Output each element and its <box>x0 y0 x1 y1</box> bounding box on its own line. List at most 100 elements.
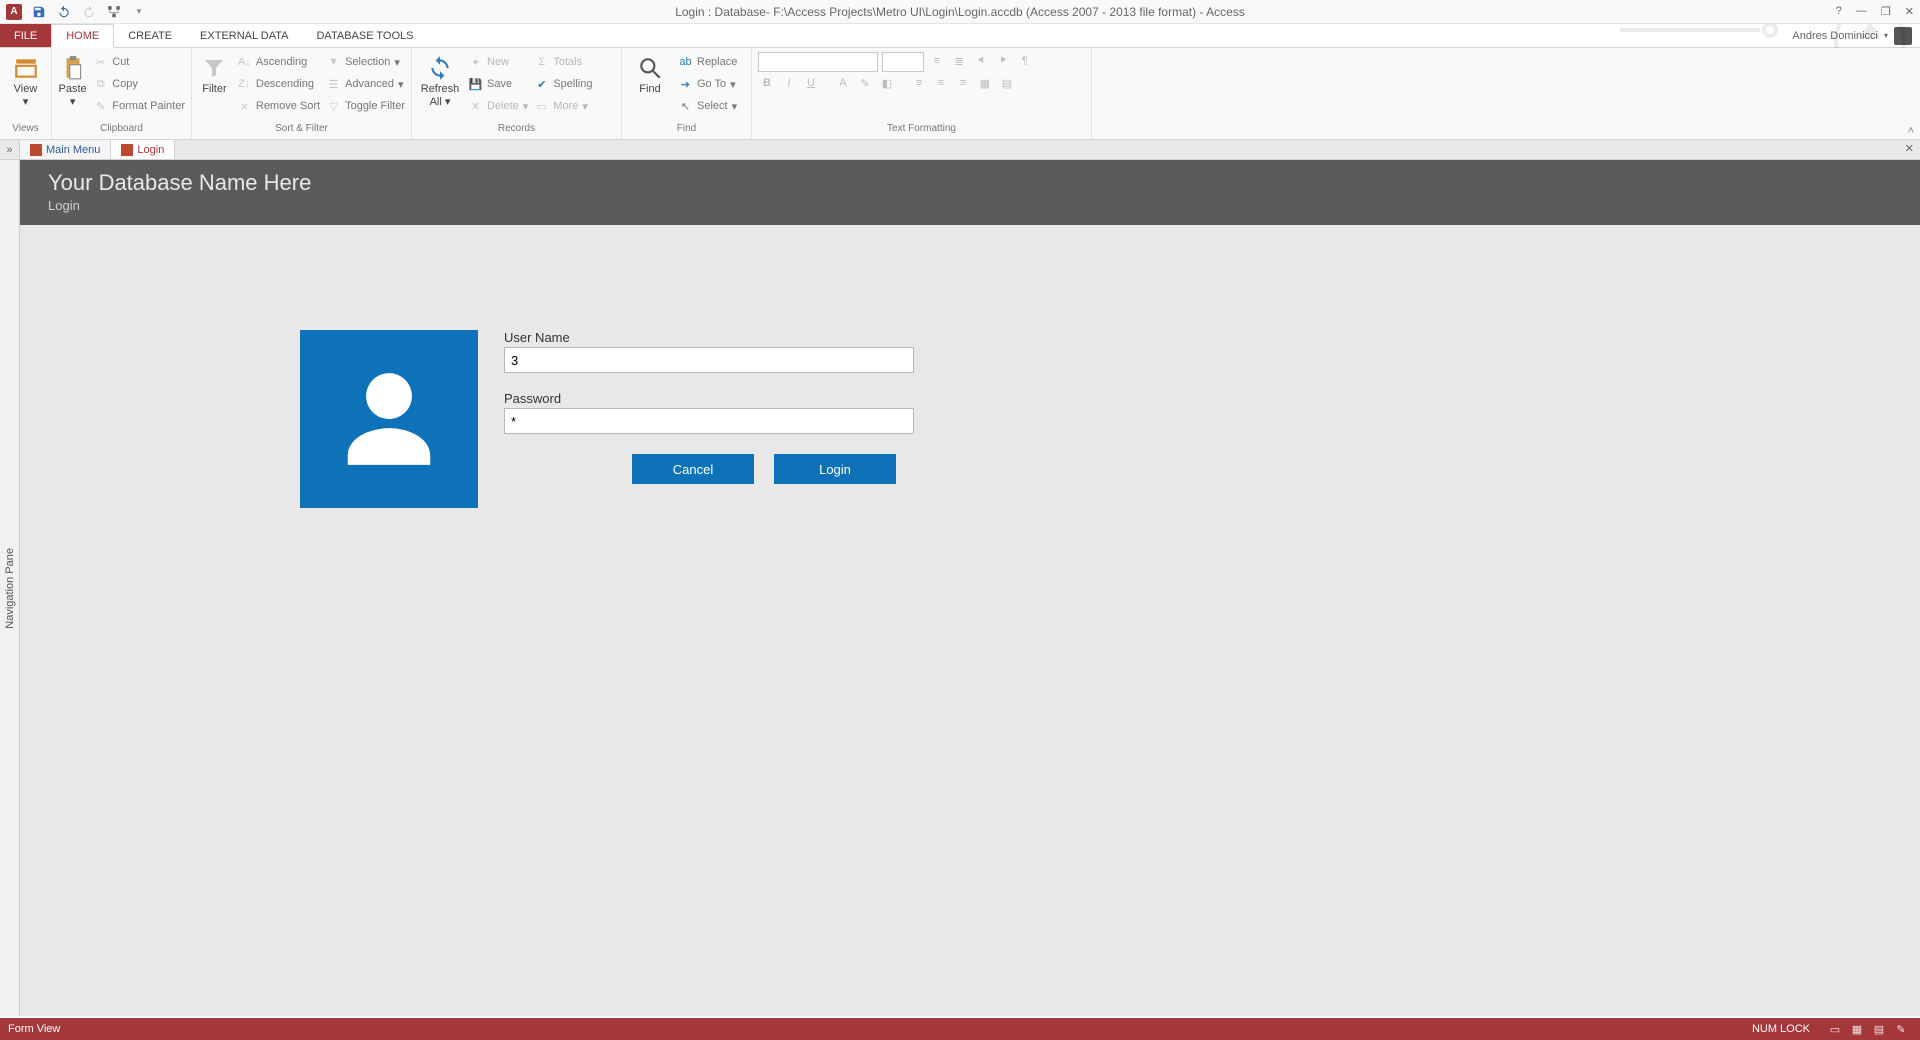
group-label-views: Views <box>6 123 45 139</box>
save-record-button[interactable]: 💾Save <box>468 74 528 94</box>
numbering-icon[interactable]: ≣ <box>950 52 968 70</box>
indent-inc-icon[interactable]: ⯈ <box>994 52 1012 70</box>
find-icon <box>636 54 664 82</box>
form-area: Your Database Name Here Login User Name … <box>20 160 1920 1016</box>
gridlines-icon[interactable]: ▦ <box>976 74 994 92</box>
replace-button[interactable]: abReplace <box>678 52 737 72</box>
paste-button[interactable]: Paste▾ <box>58 50 87 108</box>
navpane-expand-icon[interactable]: » <box>0 140 20 159</box>
bullets-icon[interactable]: ≡ <box>928 52 946 70</box>
spelling-icon: ✔ <box>534 77 549 92</box>
help-icon[interactable]: ? <box>1836 5 1842 18</box>
highlight-icon[interactable]: ✎ <box>856 74 874 92</box>
paste-icon <box>59 54 87 82</box>
filter-button[interactable]: Filter <box>198 50 231 95</box>
italic-icon[interactable]: I <box>780 74 798 92</box>
password-input[interactable] <box>504 408 914 434</box>
form-icon <box>30 144 42 156</box>
tab-file[interactable]: FILE <box>0 24 51 47</box>
align-center-icon[interactable]: ≡ <box>932 74 950 92</box>
tab-create[interactable]: CREATE <box>114 24 186 47</box>
copy-button[interactable]: ⧉Copy <box>93 74 185 94</box>
save-icon[interactable] <box>31 4 47 20</box>
descending-button[interactable]: Z↓Descending <box>237 74 320 94</box>
window-title: Login : Database- F:\Access Projects\Met… <box>0 5 1920 19</box>
cut-button[interactable]: ✂Cut <box>93 52 185 72</box>
fill-color-icon[interactable]: ◧ <box>878 74 896 92</box>
relationship-icon[interactable] <box>106 4 122 20</box>
paragraph-icon[interactable]: ¶ <box>1016 52 1034 70</box>
account-avatar-icon[interactable] <box>1894 27 1912 45</box>
datasheet-view-icon[interactable]: ▦ <box>1846 1020 1868 1038</box>
redo-icon[interactable] <box>81 4 97 20</box>
view-button[interactable]: View▾ <box>6 50 45 108</box>
selection-button[interactable]: ▼Selection ▾ <box>326 52 405 72</box>
restore-icon[interactable]: ❐ <box>1881 5 1891 18</box>
save-icon: 💾 <box>468 77 483 92</box>
minimize-icon[interactable]: ― <box>1856 5 1867 18</box>
align-left-icon[interactable]: ≡ <box>910 74 928 92</box>
totals-button[interactable]: ΣTotals <box>534 52 592 72</box>
align-right-icon[interactable]: ≡ <box>954 74 972 92</box>
tab-database-tools[interactable]: DATABASE TOOLS <box>302 24 427 47</box>
group-label-clipboard: Clipboard <box>58 123 185 139</box>
login-box: User Name Password Cancel Login <box>300 330 914 508</box>
layout-view-icon[interactable]: ▤ <box>1868 1020 1890 1038</box>
toggle-filter-button[interactable]: ▽Toggle Filter <box>326 96 405 116</box>
new-icon: ✦ <box>468 55 483 70</box>
account-dropdown-icon[interactable]: ▾ <box>1884 31 1888 40</box>
ribbon-tabs: FILE HOME CREATE EXTERNAL DATA DATABASE … <box>0 24 1920 48</box>
more-button[interactable]: ▭More ▾ <box>534 96 592 116</box>
tab-home[interactable]: HOME <box>51 24 114 48</box>
group-label-textfmt: Text Formatting <box>758 123 1085 139</box>
delete-record-button[interactable]: ✕Delete ▾ <box>468 96 528 116</box>
font-color-icon[interactable]: A <box>834 74 852 92</box>
indent-dec-icon[interactable]: ⯇ <box>972 52 990 70</box>
ribbon: View▾ Views Paste▾ ✂Cut ⧉Copy ✎Format Pa… <box>0 48 1920 140</box>
goto-button[interactable]: ➔Go To ▾ <box>678 74 737 94</box>
close-icon[interactable]: ✕ <box>1905 5 1914 18</box>
font-family-combo[interactable] <box>758 52 878 72</box>
form-view-icon[interactable]: ▭ <box>1824 1020 1846 1038</box>
format-painter-icon: ✎ <box>93 99 108 114</box>
collapse-ribbon-icon[interactable]: ˄ <box>1908 125 1914 137</box>
remove-sort-button[interactable]: ⨯Remove Sort <box>237 96 320 116</box>
username-label: User Name <box>504 330 914 345</box>
title-bar: A ▾ Login : Database- F:\Access Projects… <box>0 0 1920 24</box>
alt-row-icon[interactable]: ▤ <box>998 74 1016 92</box>
status-bar: Form View NUM LOCK ▭ ▦ ▤ ✎ <box>0 1018 1920 1040</box>
cut-icon: ✂ <box>93 55 108 70</box>
new-record-button[interactable]: ✦New <box>468 52 528 72</box>
form-title: Your Database Name Here <box>48 170 1892 196</box>
copy-icon: ⧉ <box>93 77 108 92</box>
undo-icon[interactable] <box>56 4 72 20</box>
refresh-all-button[interactable]: Refresh All ▾ <box>418 50 462 108</box>
login-button[interactable]: Login <box>774 454 896 484</box>
tab-external-data[interactable]: EXTERNAL DATA <box>186 24 302 47</box>
status-view-mode: Form View <box>8 1023 60 1035</box>
username-input[interactable] <box>504 347 914 373</box>
cancel-button[interactable]: Cancel <box>632 454 754 484</box>
find-button[interactable]: Find <box>628 50 672 95</box>
format-painter-button[interactable]: ✎Format Painter <box>93 96 185 116</box>
bold-icon[interactable]: B <box>758 74 776 92</box>
navigation-pane-collapsed[interactable]: Navigation Pane <box>0 160 20 1016</box>
remove-sort-icon: ⨯ <box>237 99 252 114</box>
advanced-button[interactable]: ☰Advanced ▾ <box>326 74 405 94</box>
form-header: Your Database Name Here Login <box>20 160 1920 225</box>
doctab-login[interactable]: Login <box>111 140 175 159</box>
design-view-icon[interactable]: ✎ <box>1890 1020 1912 1038</box>
account-name[interactable]: Andres Dominicci <box>1792 30 1878 42</box>
ascending-button[interactable]: A↓Ascending <box>237 52 320 72</box>
select-button[interactable]: ↖Select ▾ <box>678 96 737 116</box>
goto-icon: ➔ <box>678 77 693 92</box>
close-tab-icon[interactable]: ✕ <box>1905 142 1914 155</box>
spelling-button[interactable]: ✔Spelling <box>534 74 592 94</box>
font-size-combo[interactable] <box>882 52 924 72</box>
navigation-pane-label: Navigation Pane <box>4 548 16 629</box>
qat-customize-icon[interactable]: ▾ <box>131 4 147 20</box>
form-icon <box>121 144 133 156</box>
doctab-main-menu[interactable]: Main Menu <box>20 140 111 159</box>
underline-icon[interactable]: U <box>802 74 820 92</box>
access-logo-icon: A <box>6 4 22 20</box>
